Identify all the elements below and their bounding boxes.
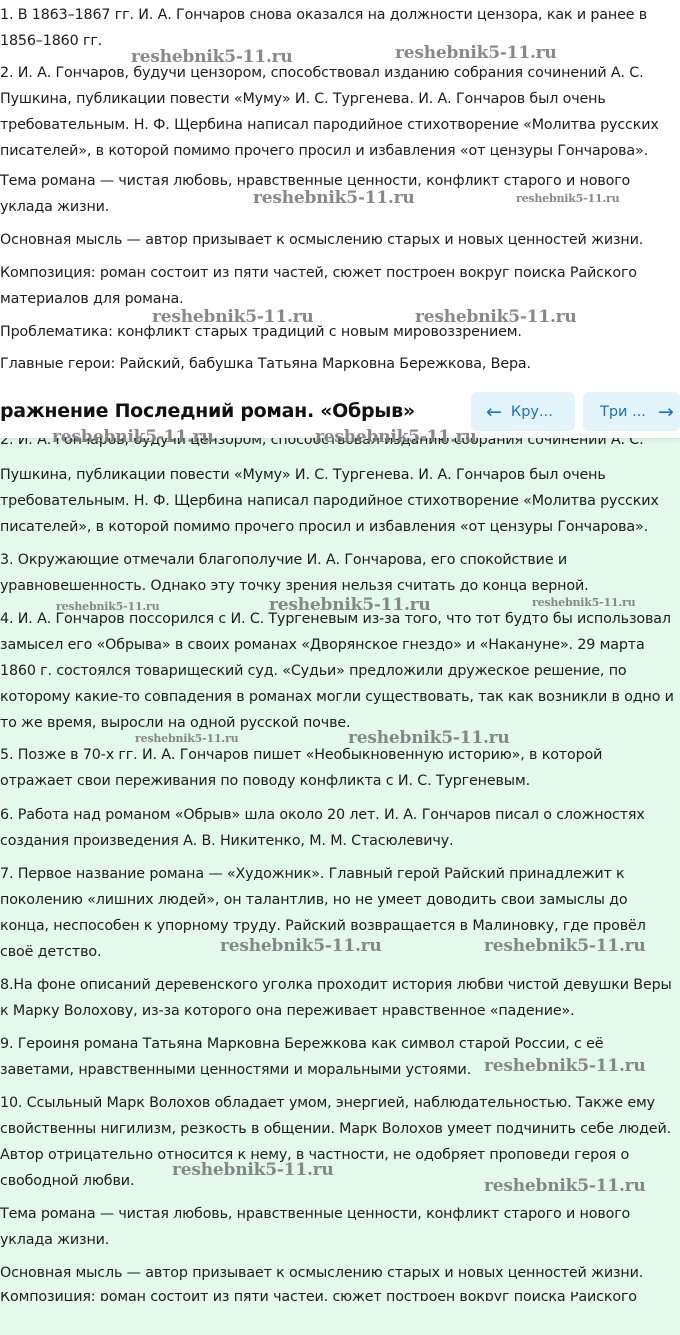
watermark: reshebnik5-11.ru: [56, 600, 160, 613]
watermark: reshebnik5-11.ru: [315, 427, 477, 447]
next-exercise-button[interactable]: Три ... →: [583, 392, 680, 431]
watermark: reshebnik5-11.ru: [395, 43, 557, 63]
top-paragraph-1: 1. В 1863–1867 гг. И. А. Гончаров снова …: [0, 7, 648, 49]
watermark: reshebnik5-11.ru: [484, 1056, 646, 1076]
paragraph-theme: Тема романа — чистая любовь, нравственны…: [0, 1206, 631, 1248]
watermark: reshebnik5-11.ru: [484, 1176, 646, 1196]
prev-exercise-button[interactable]: ← Кру...: [471, 392, 575, 431]
watermark: reshebnik5-11.ru: [516, 192, 620, 205]
watermark: reshebnik5-11.ru: [172, 1160, 334, 1180]
cut-off-last-line: Композиция: роман состоит из пяти частей…: [0, 1292, 637, 1301]
watermark: reshebnik5-11.ru: [135, 732, 239, 745]
top-paragraph-main-idea: Основная мысль — автор призывает к осмыс…: [0, 232, 644, 248]
watermark: reshebnik5-11.ru: [253, 188, 415, 208]
exercise-title: ражнение Последний роман. «Обрыв»: [0, 400, 415, 422]
watermark: reshebnik5-11.ru: [152, 307, 314, 327]
arrow-right-icon: →: [657, 400, 674, 423]
watermark: reshebnik5-11.ru: [484, 936, 646, 956]
top-paragraph-2: 2. И. А. Гончаров, будучи цензором, спос…: [0, 65, 659, 159]
watermark: reshebnik5-11.ru: [131, 47, 293, 67]
paragraph-5: 5. Позже в 70-х гг. И. А. Гончаров пишет…: [0, 747, 603, 789]
top-paragraph-heroes: Главные герои: Райский, бабушка Татьяна …: [0, 356, 531, 372]
top-paragraph-composition: Композиция: роман состоит из пяти частей…: [0, 265, 637, 307]
watermark: reshebnik5-11.ru: [532, 596, 636, 609]
watermark: reshebnik5-11.ru: [52, 427, 214, 447]
paragraph-main-idea: Основная мысль — автор призывает к осмыс…: [0, 1265, 644, 1281]
paragraph-8: 8.На фоне описаний деревенского уголка п…: [0, 977, 672, 1019]
next-button-label: Три ...: [600, 403, 646, 420]
prev-button-label: Кру...: [510, 403, 553, 420]
watermark: reshebnik5-11.ru: [220, 936, 382, 956]
watermark: reshebnik5-11.ru: [348, 728, 510, 748]
arrow-left-icon: ←: [486, 400, 502, 423]
watermark: reshebnik5-11.ru: [269, 595, 431, 615]
paragraph-4: 4. И. А. Гончаров поссорился с И. С. Тур…: [0, 611, 674, 731]
paragraph-3: 3. Окружающие отмечали благополучие И. А…: [0, 552, 589, 594]
watermark: reshebnik5-11.ru: [415, 307, 577, 327]
paragraph-6: 6. Работа над романом «Обрыв» шла около …: [0, 807, 645, 849]
paragraph-2: Пушкина, публикации повести «Муму» И. С.…: [0, 467, 659, 535]
